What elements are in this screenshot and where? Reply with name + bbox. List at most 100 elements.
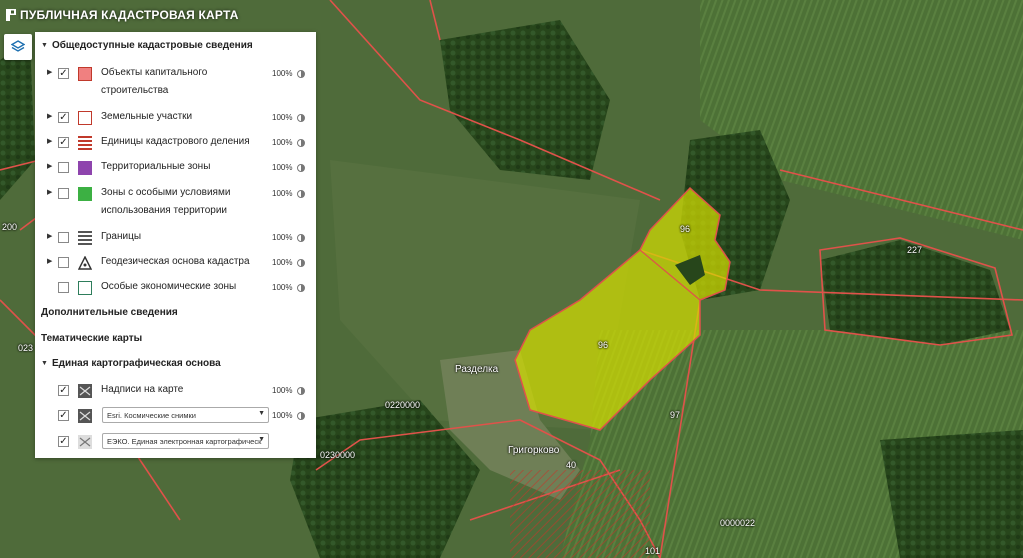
opacity-value: 100% <box>272 189 293 198</box>
parcel-swatch-icon <box>78 111 92 125</box>
layer-label: Границы <box>101 231 141 242</box>
layer-checkbox[interactable] <box>58 232 69 243</box>
collapse-arrow-icon[interactable]: ▼ <box>41 42 48 49</box>
layer-row: ▶ ✓ Земельные участки 100% <box>35 108 316 128</box>
base-layer-row: ✓ ЕЭКО. Единая электронная картографичес… <box>35 432 316 452</box>
layer-label: Объекты капитального строительства <box>101 67 208 96</box>
layer-label: Надписи на карте <box>101 384 184 395</box>
opacity-icon[interactable] <box>297 412 305 420</box>
special-zone-icon <box>78 187 92 201</box>
expand-arrow-icon[interactable]: ▶ <box>47 162 52 170</box>
opacity-icon[interactable] <box>297 234 305 242</box>
section-thematic[interactable]: Тематические карты <box>41 333 142 344</box>
opacity-value: 100% <box>272 258 293 267</box>
quarter-label: 0000022 <box>720 518 756 528</box>
plot-label: 227 <box>907 245 923 255</box>
app-title: ПУБЛИЧНАЯ КАДАСТРОВАЯ КАРТА <box>20 8 239 22</box>
opacity-value: 100% <box>272 233 293 242</box>
opacity-icon[interactable] <box>297 284 305 292</box>
labels-icon <box>78 384 92 398</box>
quarter-label: 101 <box>645 546 661 556</box>
layer-label: Территориальные зоны <box>101 161 211 172</box>
logo-icon <box>6 9 16 21</box>
plot-label: 96 <box>680 224 691 234</box>
layer-row: ▶ Зоны с особыми условиями использования… <box>35 184 316 220</box>
layer-checkbox[interactable] <box>58 257 69 268</box>
hatched-parcels <box>510 470 650 558</box>
expand-arrow-icon[interactable]: ▶ <box>47 137 52 145</box>
collapse-arrow-icon[interactable]: ▼ <box>41 360 48 367</box>
opacity-value: 100% <box>272 113 293 122</box>
layer-label: Единицы кадастрового деления <box>101 136 250 147</box>
eeko-map-icon <box>78 435 92 449</box>
quarter-label: 40 <box>566 460 577 470</box>
dropdown-arrow-icon: ▼ <box>258 410 265 417</box>
expand-arrow-icon[interactable]: ▶ <box>47 68 52 76</box>
section-public-cadastral[interactable]: ▼ Общедоступные кадастровые сведения <box>41 40 253 51</box>
opacity-icon[interactable] <box>297 190 305 198</box>
layer-label: Зоны с особыми условиями использования т… <box>101 187 231 216</box>
layer-checkbox[interactable]: ✓ <box>58 68 69 79</box>
dropdown-arrow-icon: ▼ <box>258 436 265 443</box>
layer-checkbox[interactable]: ✓ <box>58 436 69 447</box>
layers-button[interactable] <box>4 34 32 60</box>
base-layer-row: ✓ Esri. Космические снимки ▼ 100% <box>35 406 316 426</box>
plot-label: 97 <box>670 410 681 420</box>
expand-arrow-icon[interactable]: ▶ <box>47 112 52 120</box>
layer-checkbox[interactable] <box>58 282 69 293</box>
economic-zone-icon <box>78 281 92 295</box>
opacity-value: 100% <box>272 163 293 172</box>
eeko-select[interactable]: ЕЭКО. Единая электронная картографическ … <box>102 433 269 449</box>
layer-row: Особые экономические зоны 100% <box>35 278 316 298</box>
base-layer-row: ✓ Надписи на карте 100% <box>35 381 316 401</box>
app-header: ПУБЛИЧНАЯ КАДАСТРОВАЯ КАРТА <box>0 0 239 30</box>
opacity-icon[interactable] <box>297 164 305 172</box>
expand-arrow-icon[interactable]: ▶ <box>47 232 52 240</box>
opacity-value: 100% <box>272 386 293 395</box>
satellite-icon <box>78 409 92 423</box>
section-additional[interactable]: Дополнительные сведения <box>41 307 178 318</box>
territorial-zone-icon <box>78 161 92 175</box>
layer-checkbox[interactable]: ✓ <box>58 410 69 421</box>
layer-checkbox[interactable]: ✓ <box>58 112 69 123</box>
layer-row: ▶ ✓ Единицы кадастрового деления 100% <box>35 133 316 153</box>
quarter-label: 0220000 <box>385 400 421 410</box>
layer-row: ▶ Границы 100% <box>35 228 316 248</box>
layer-row: ▶ ✓ Объекты капитального строительства 1… <box>35 64 316 100</box>
layer-row: ▶ Территориальные зоны 100% <box>35 158 316 178</box>
expand-arrow-icon[interactable]: ▶ <box>47 257 52 265</box>
opacity-icon[interactable] <box>297 114 305 122</box>
village-label: Разделка <box>455 364 499 375</box>
plot-label: 96 <box>598 340 609 350</box>
layer-checkbox[interactable] <box>58 162 69 173</box>
oks-swatch-icon <box>78 67 92 81</box>
geodesic-icon <box>78 256 92 270</box>
opacity-value: 100% <box>272 283 293 292</box>
cadastral-division-icon <box>78 136 92 150</box>
forest-se <box>880 430 1023 558</box>
opacity-value: 100% <box>272 138 293 147</box>
quarter-label: 023 <box>18 343 34 353</box>
borders-icon <box>78 231 92 245</box>
opacity-value: 100% <box>272 69 293 78</box>
layer-checkbox[interactable] <box>58 188 69 199</box>
opacity-icon[interactable] <box>297 259 305 267</box>
basemap-select[interactable]: Esri. Космические снимки ▼ <box>102 407 269 423</box>
layer-checkbox[interactable]: ✓ <box>58 385 69 396</box>
layer-label: Земельные участки <box>101 111 193 122</box>
layer-label: Особые экономические зоны <box>101 281 237 292</box>
expand-arrow-icon[interactable]: ▶ <box>47 188 52 196</box>
opacity-icon[interactable] <box>297 387 305 395</box>
layer-row: ▶ Геодезическая основа кадастра 100% <box>35 253 316 273</box>
layers-icon <box>11 40 25 52</box>
section-base-map[interactable]: ▼ Единая картографическая основа <box>41 358 221 369</box>
village-label: Григорково <box>508 445 560 456</box>
opacity-icon[interactable] <box>297 70 305 78</box>
quarter-label: 200 <box>2 222 18 232</box>
quarter-label: 0230000 <box>320 450 356 460</box>
layers-panel: ▼ Общедоступные кадастровые сведения ▶ ✓… <box>35 32 316 458</box>
opacity-value: 100% <box>272 411 293 420</box>
layer-checkbox[interactable]: ✓ <box>58 137 69 148</box>
layer-label: Геодезическая основа кадастра <box>101 256 250 267</box>
opacity-icon[interactable] <box>297 139 305 147</box>
